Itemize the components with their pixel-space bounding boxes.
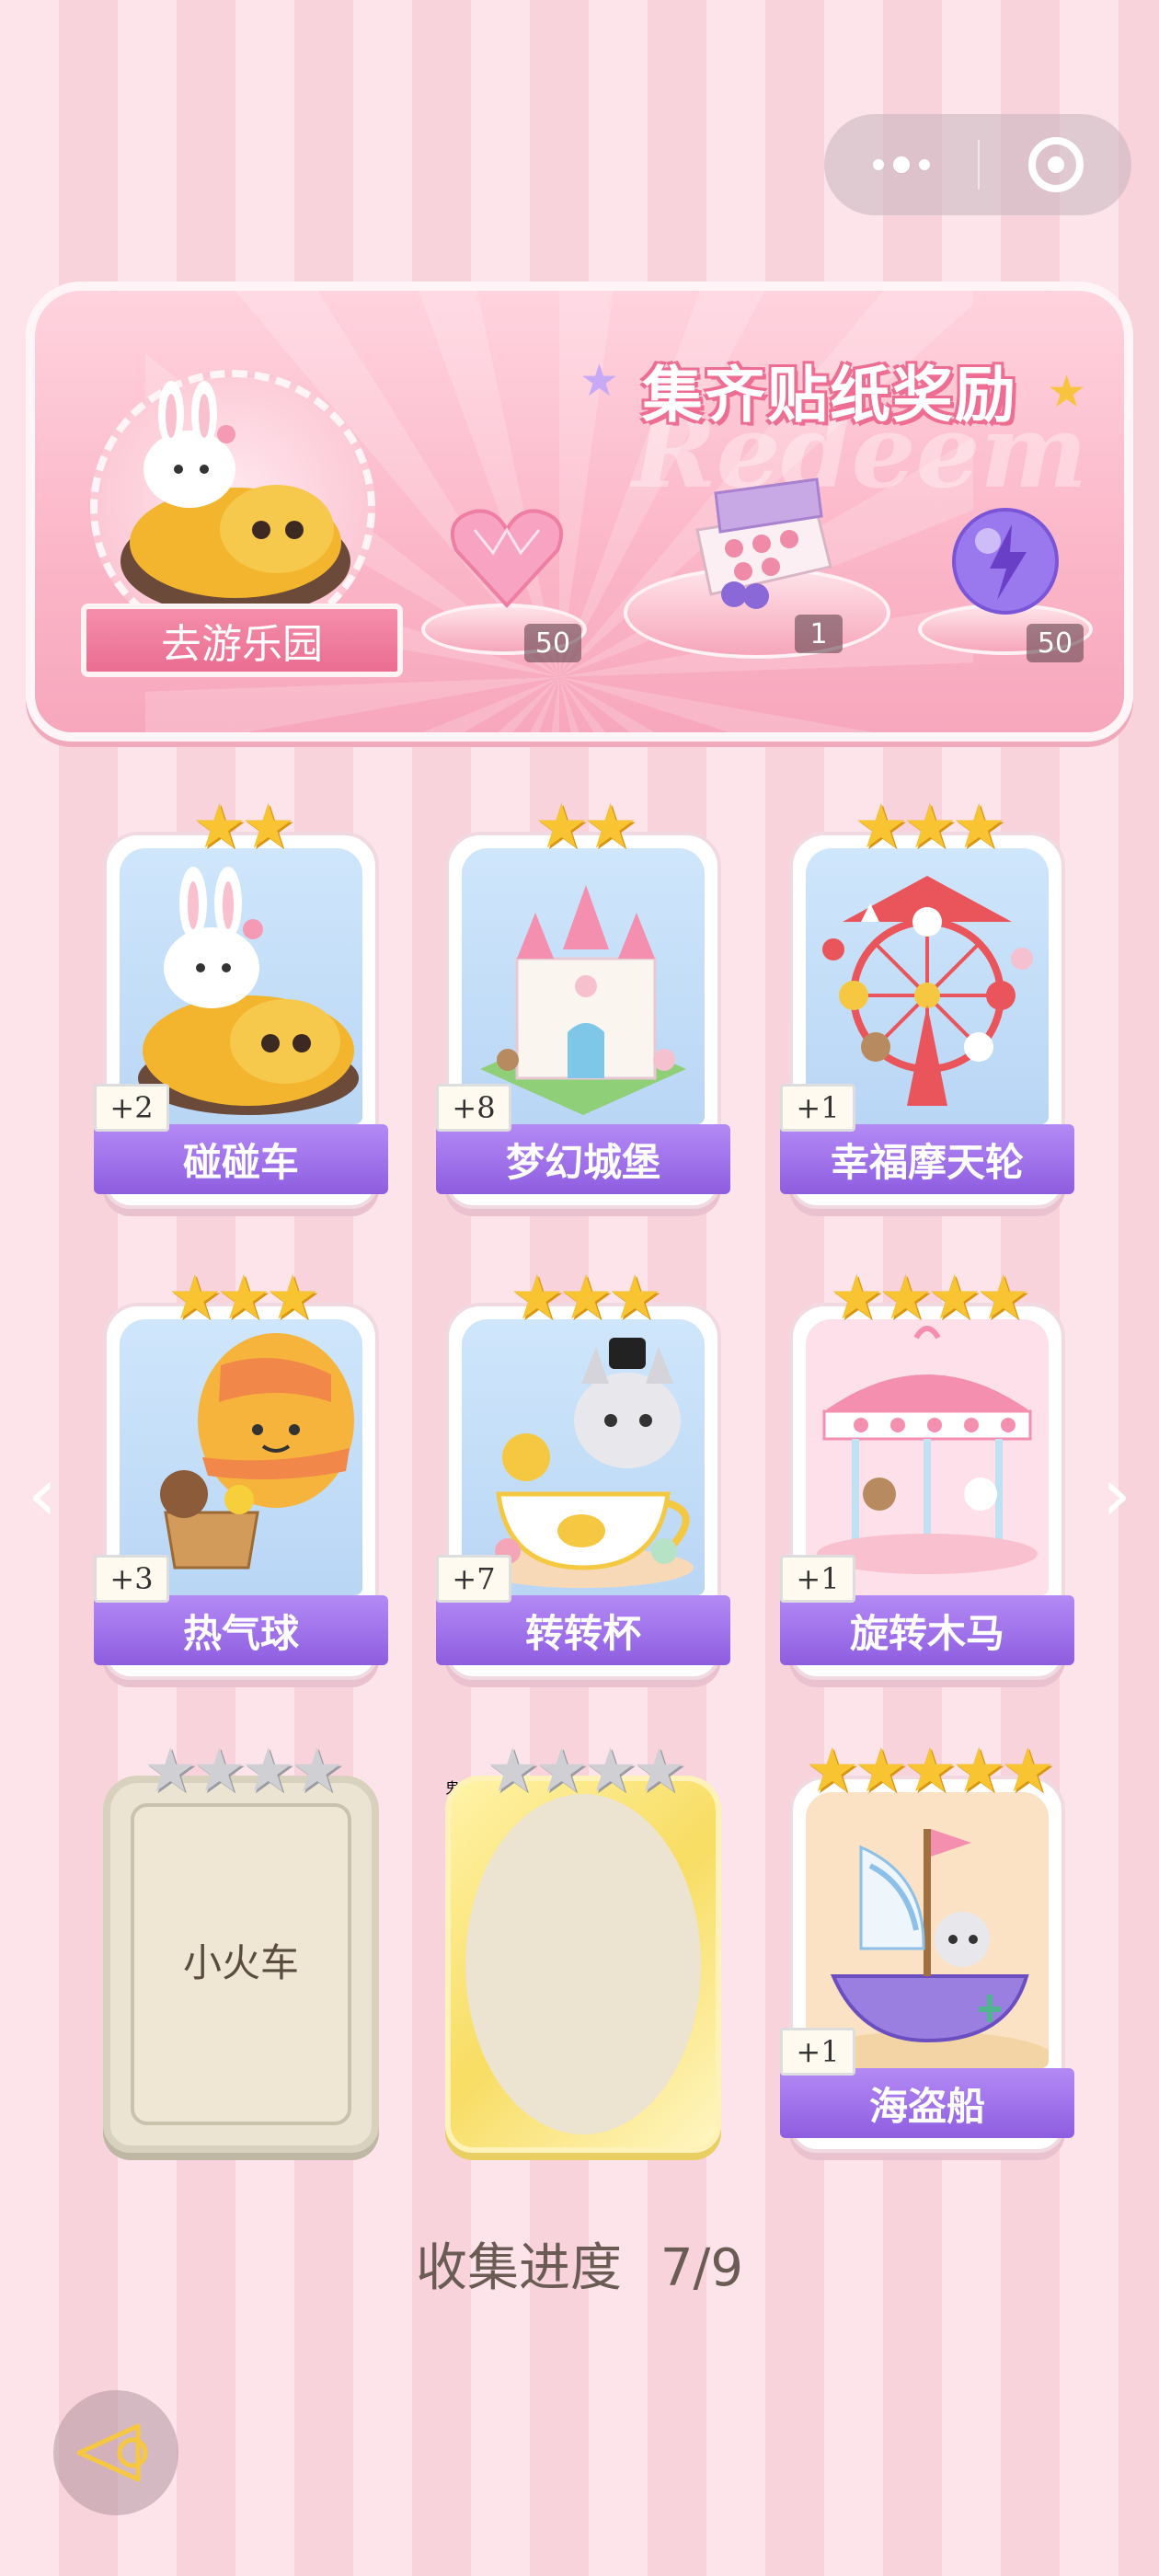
star-icon: ★	[510, 1262, 564, 1333]
star-icon: ★	[976, 1262, 1030, 1333]
star-icon: ★	[290, 1735, 344, 1806]
star-icon: ★	[485, 1735, 540, 1806]
star-icon: ★	[829, 1262, 884, 1333]
star-rating: ★★★★★	[789, 1741, 1065, 1801]
star-icon: ★	[167, 1262, 222, 1333]
back-button[interactable]	[53, 2390, 178, 2515]
star-icon: ★	[191, 791, 247, 862]
sticker-card[interactable]: 转转杯 +7 ★★★	[436, 1268, 730, 1680]
star-icon: ★	[265, 1262, 320, 1333]
reward-count: 50	[524, 624, 581, 662]
banner-title: 集齐贴纸奖励	[642, 360, 1017, 431]
ferris-wheel-illustration	[806, 848, 1049, 1124]
bumper-car-illustration	[120, 848, 362, 1124]
more-dots-icon[interactable]	[824, 114, 978, 215]
bunny-bumper-car-icon	[120, 381, 350, 616]
chevron-left-icon[interactable]: ‹	[15, 1454, 70, 1536]
locked-card-oval	[465, 1794, 701, 2134]
duplicate-count-badge: +2	[94, 1084, 169, 1132]
star-icon: ★	[216, 1262, 270, 1333]
star-icon: ★	[583, 791, 637, 862]
star-decoration-icon: ★	[580, 355, 620, 407]
card-name: 小火车	[182, 1940, 299, 1985]
go-to-park-button[interactable]: 去游乐园	[81, 604, 403, 677]
star-icon: ★	[951, 1735, 1006, 1806]
reward-banner: Redeem ★ 集齐贴纸奖励 ★ 去游乐园 50 1 50	[26, 282, 1133, 742]
star-icon: ★	[534, 1735, 589, 1806]
progress-value: 7/9	[660, 2238, 743, 2298]
star-icon: ★	[805, 1735, 859, 1806]
chevron-right-icon[interactable]: ›	[1089, 1454, 1144, 1536]
target-circle-icon[interactable]	[980, 114, 1131, 215]
star-icon: ★	[241, 1735, 295, 1806]
card-name: 旋转木马	[780, 1595, 1074, 1665]
duplicate-count-badge: +7	[436, 1555, 511, 1603]
gift-box-icon	[695, 477, 832, 609]
star-icon: ★	[902, 1735, 957, 1806]
star-icon: ★	[191, 1735, 247, 1806]
star-icon: ★	[558, 1262, 613, 1333]
back-arrow-icon	[76, 2423, 148, 2482]
star-icon: ★	[632, 1735, 686, 1806]
reward-count: 50	[1027, 624, 1084, 662]
star-rating: ★★	[445, 797, 721, 857]
duplicate-count-badge: +3	[94, 1555, 169, 1603]
star-icon: ★	[607, 1262, 662, 1333]
teacup-illustration	[462, 1319, 705, 1595]
star-icon: ★	[1000, 1735, 1055, 1806]
star-rating: ★★	[103, 797, 379, 857]
star-icon: ★	[854, 1735, 908, 1806]
card-name: 碰碰车	[94, 1124, 388, 1194]
hot-air-balloon-illustration	[120, 1319, 362, 1595]
star-rating: ★★★	[103, 1268, 379, 1328]
reward-count: 1	[795, 615, 843, 653]
lightning-orb-icon	[952, 508, 1059, 615]
star-icon: ★	[902, 791, 957, 862]
castle-illustration	[462, 848, 705, 1124]
star-rating: ★★★★	[445, 1741, 721, 1801]
sticker-card[interactable]: 海盗船 +1 ★★★★★	[780, 1741, 1074, 2153]
duplicate-count-badge: +1	[780, 1084, 855, 1132]
sticker-card[interactable]: 梦幻城堡 +8 ★★	[436, 797, 730, 1209]
collection-progress: 收集进度 7/9	[0, 2226, 1159, 2301]
card-name: 海盗船	[780, 2068, 1074, 2138]
star-icon: ★	[854, 791, 908, 862]
banner-title-area: ★ 集齐贴纸奖励 ★	[568, 337, 1087, 431]
pirate-ship-illustration	[806, 1792, 1049, 2068]
sticker-card[interactable]: 旋转木马 +1 ★★★★	[780, 1268, 1074, 1680]
card-name: 转转杯	[436, 1595, 730, 1665]
sticker-card[interactable]: 小火车 ★★★★	[103, 1741, 379, 2153]
card-name: 梦幻城堡	[436, 1124, 730, 1194]
star-icon: ★	[878, 1262, 933, 1333]
duplicate-count-badge: +1	[780, 2028, 855, 2076]
star-icon: ★	[241, 791, 295, 862]
star-rating: ★★★	[445, 1268, 721, 1328]
star-icon: ★	[951, 791, 1006, 862]
star-rating: ★★★★	[103, 1741, 379, 1801]
sticker-card[interactable]: 鬼屋大冒险★★★★	[445, 1741, 721, 2153]
card-name: 幸福摩天轮	[780, 1124, 1074, 1194]
duplicate-count-badge: +1	[780, 1555, 855, 1603]
star-icon: ★	[534, 791, 589, 862]
star-rating: ★★★	[789, 797, 1065, 857]
mini-program-capsule	[824, 114, 1131, 215]
progress-label: 收集进度	[416, 2238, 623, 2298]
star-decoration-icon: ★	[1047, 366, 1087, 418]
star-icon: ★	[927, 1262, 981, 1333]
sticker-card[interactable]: 热气球 +3 ★★★	[94, 1268, 388, 1680]
star-rating: ★★★★	[789, 1268, 1065, 1328]
sticker-card[interactable]: 幸福摩天轮 +1 ★★★	[780, 797, 1074, 1209]
star-icon: ★	[143, 1735, 198, 1806]
sticker-card[interactable]: 碰碰车 +2 ★★	[94, 797, 388, 1209]
duplicate-count-badge: +8	[436, 1084, 511, 1132]
pink-heart-gem-icon	[451, 509, 563, 608]
card-name: 热气球	[94, 1595, 388, 1665]
star-icon: ★	[583, 1735, 637, 1806]
carousel-illustration	[806, 1319, 1049, 1595]
